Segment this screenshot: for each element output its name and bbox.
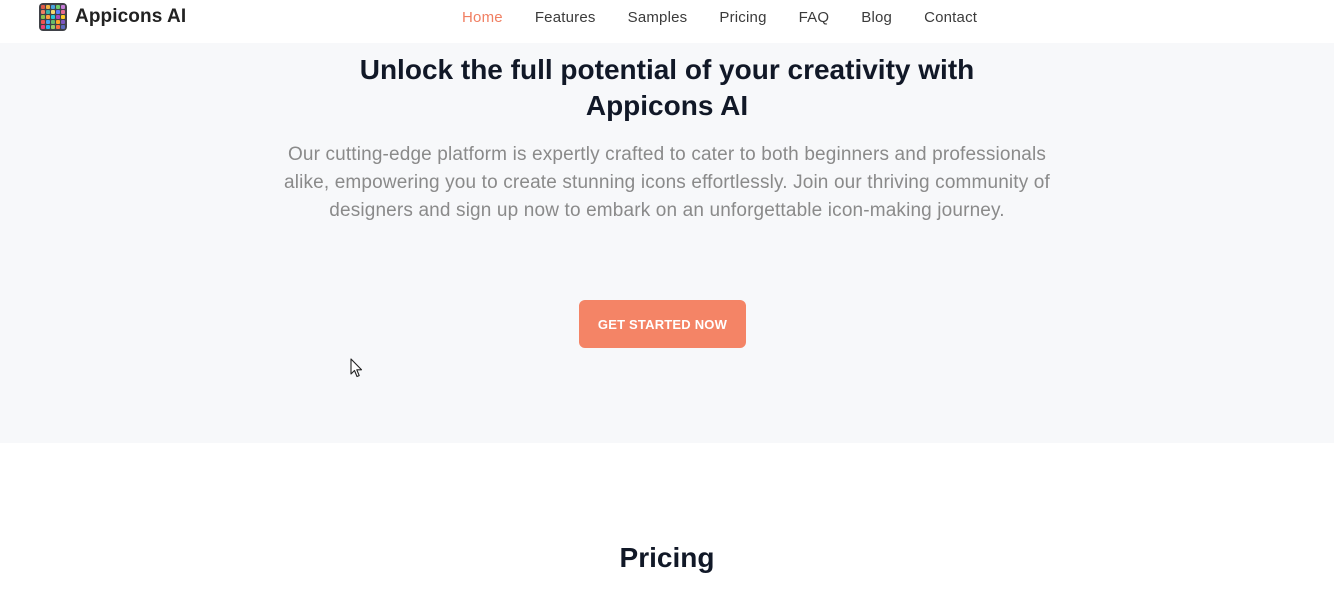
logo-tile xyxy=(41,20,45,24)
logo-tile xyxy=(61,25,65,29)
logo-tile xyxy=(51,25,55,29)
nav-item-samples[interactable]: Samples xyxy=(628,9,688,26)
logo-tile xyxy=(46,15,50,19)
hero-description: Our cutting-edge platform is expertly cr… xyxy=(284,144,1050,221)
hero-title-line-2: Appicons AI xyxy=(585,90,749,121)
logo-tile xyxy=(56,10,60,14)
logo-tile xyxy=(41,5,45,9)
logo-tile xyxy=(61,10,65,14)
brand-link[interactable]: Appicons AI xyxy=(39,3,186,31)
top-navbar: Appicons AI Home Features Samples Pricin… xyxy=(0,0,1334,43)
pricing-section-title: Pricing xyxy=(619,542,715,573)
nav-item-home[interactable]: Home xyxy=(462,9,503,26)
nav-item-contact[interactable]: Contact xyxy=(924,9,977,26)
logo-tile xyxy=(51,5,55,9)
logo-tile xyxy=(41,25,45,29)
brand-name: Appicons AI xyxy=(75,6,187,27)
logo-tile xyxy=(56,5,60,9)
logo-tile xyxy=(51,20,55,24)
logo-tile xyxy=(56,25,60,29)
logo-tile xyxy=(41,15,45,19)
logo-tile xyxy=(56,15,60,19)
logo-tile xyxy=(56,20,60,24)
hero-title: Unlock the full potential of your creati… xyxy=(267,52,1067,124)
logo-tile xyxy=(46,25,50,29)
get-started-button[interactable]: GET STARTED NOW xyxy=(579,300,746,348)
logo-tile xyxy=(46,10,50,14)
logo-tile xyxy=(61,20,65,24)
logo-tile xyxy=(46,5,50,9)
app-grid-logo-icon xyxy=(39,3,67,31)
main-nav: Home Features Samples Pricing FAQ Blog C… xyxy=(462,0,1009,34)
logo-tile xyxy=(41,10,45,14)
hero-section: Unlock the full potential of your creati… xyxy=(0,43,1334,443)
hero-title-line-1: Unlock the full potential of your creati… xyxy=(359,54,975,85)
nav-item-blog[interactable]: Blog xyxy=(861,9,892,26)
nav-item-pricing[interactable]: Pricing xyxy=(719,9,766,26)
logo-tile xyxy=(51,15,55,19)
mouse-pointer-icon xyxy=(350,358,363,378)
nav-item-faq[interactable]: FAQ xyxy=(799,9,830,26)
nav-item-features[interactable]: Features xyxy=(535,9,596,26)
logo-tile xyxy=(51,10,55,14)
logo-tile xyxy=(61,5,65,9)
logo-tile xyxy=(61,15,65,19)
logo-tile xyxy=(46,20,50,24)
